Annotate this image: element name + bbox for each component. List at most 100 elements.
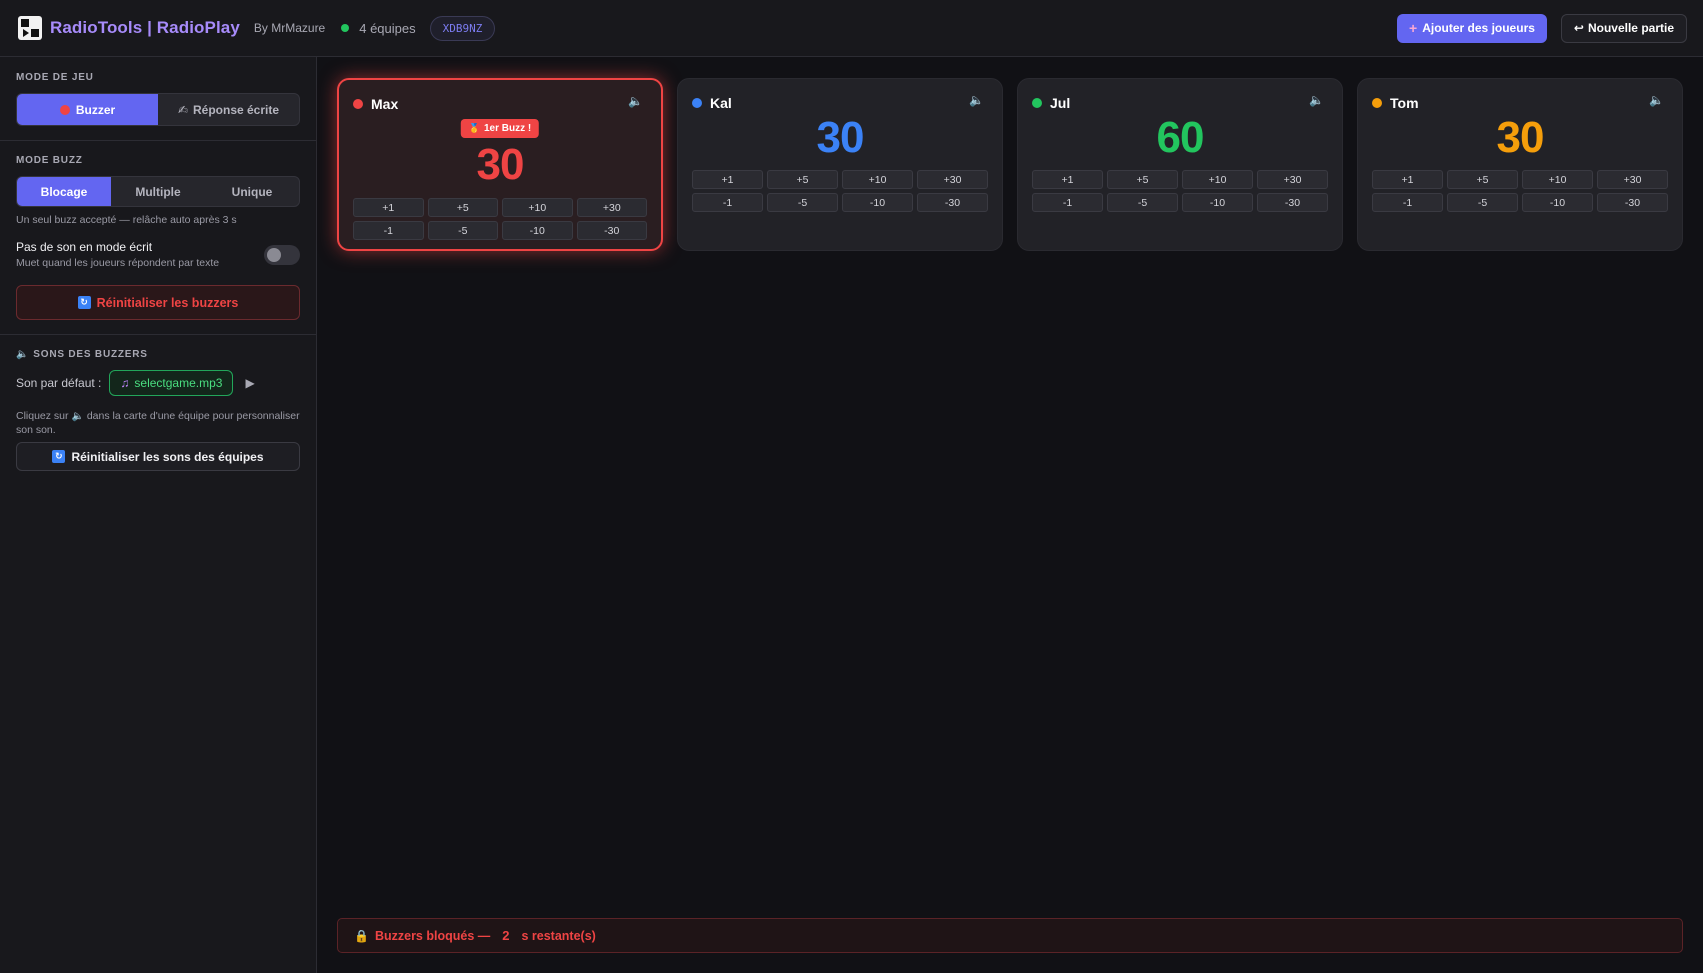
buzz-mode-blocage[interactable]: Blocage (17, 177, 111, 206)
team-card-header: Jul (1032, 95, 1070, 111)
status-seconds: 2 (502, 928, 510, 943)
score-button[interactable]: +30 (917, 170, 988, 189)
score-button[interactable]: -30 (576, 221, 647, 240)
team-count: 4 équipes (359, 20, 416, 36)
team-sound-speaker-icon[interactable]: 🔈 (969, 93, 984, 107)
score-button[interactable]: +30 (1597, 170, 1668, 189)
score-button[interactable]: +10 (1522, 170, 1593, 189)
reset-sounds-button[interactable]: ↻ Réinitialiser les sons des équipes (16, 442, 300, 472)
team-sound-speaker-icon[interactable]: 🔈 (628, 94, 643, 108)
add-players-label: Ajouter des joueurs (1422, 21, 1535, 35)
play-icon[interactable]: ▶ (245, 376, 254, 390)
first-buzz-label: 1er Buzz ! (483, 123, 532, 134)
buzzer-lock-status: 🔒 Buzzers bloqués — 2 s restante(s) (337, 918, 1683, 953)
score-button[interactable]: +10 (1182, 170, 1253, 189)
score-button[interactable]: +5 (1107, 170, 1178, 189)
status-suffix: s restante(s) (521, 928, 596, 943)
score-button[interactable]: +5 (1447, 170, 1518, 189)
reset-buzzers-label: Réinitialiser les buzzers (96, 295, 239, 310)
sound-hint: Cliquez sur 🔈 dans la carte d'une équipe… (16, 410, 300, 436)
score-button[interactable]: +30 (576, 198, 647, 217)
score-adjust-buttons: +1 +5 +10 +30 -1 -5 -10 -30 (1372, 170, 1668, 212)
buzz-mode-section: MODE BUZZ Blocage Multiple Unique Un seu… (0, 141, 316, 335)
writing-hand-icon: ✍ (177, 102, 188, 117)
mute-written-title: Pas de son en mode écrit (16, 240, 153, 254)
mute-written-subtitle: Muet quand les joueurs répondent par tex… (16, 257, 220, 269)
score-button[interactable]: -5 (767, 193, 838, 212)
buzz-mode-title: MODE BUZZ (16, 155, 83, 166)
score-button[interactable]: -30 (1257, 193, 1328, 212)
brand-title: RadioTools | RadioPlay (50, 18, 240, 37)
score-button[interactable]: -10 (1182, 193, 1253, 212)
return-arrow-icon: ↩ (1573, 21, 1584, 35)
game-mode-written-label: Réponse écrite (193, 102, 280, 117)
team-score: 60 (1156, 113, 1205, 162)
default-sound-filename: selectgame.mp3 (134, 376, 223, 390)
online-status-icon (341, 24, 350, 32)
buzz-mode-multiple[interactable]: Multiple (111, 177, 205, 206)
score-button[interactable]: +5 (427, 198, 498, 217)
score-button[interactable]: -5 (1447, 193, 1518, 212)
game-mode-buzzer-label: Buzzer (75, 102, 116, 117)
byline: By MrMazure (253, 21, 326, 35)
music-note-icon: ♫ (120, 376, 130, 390)
mute-written-toggle[interactable] (264, 244, 300, 265)
score-button[interactable]: -10 (502, 221, 573, 240)
score-button[interactable]: -10 (1522, 193, 1593, 212)
score-button[interactable]: +1 (1032, 170, 1103, 189)
score-button[interactable]: +1 (692, 170, 763, 189)
score-adjust-buttons: +1 +5 +10 +30 -1 -5 -10 -30 (353, 198, 647, 240)
buzz-mode-selector: Blocage Multiple Unique (16, 176, 300, 207)
team-sound-speaker-icon[interactable]: 🔈 (1309, 93, 1324, 107)
score-button[interactable]: -1 (1032, 193, 1103, 212)
room-code-badge[interactable]: XDB9NZ (429, 15, 496, 41)
team-sound-speaker-icon[interactable]: 🔈 (1649, 93, 1664, 107)
team-color-dot-icon (692, 98, 702, 108)
team-color-dot-icon (1372, 98, 1382, 108)
game-mode-written[interactable]: ✍ Réponse écrite (158, 94, 299, 125)
team-card-max: Max 🔈 🥇 1er Buzz ! 30 +1 +5 +10 +30 -1 -5 -10 -30 (337, 78, 663, 251)
score-button[interactable]: -10 (842, 193, 913, 212)
team-name: Kal (710, 95, 732, 111)
score-button[interactable]: +30 (1257, 170, 1328, 189)
add-players-button[interactable]: + Ajouter des joueurs (1397, 13, 1547, 43)
score-button[interactable]: +1 (1372, 170, 1443, 189)
score-button[interactable]: -30 (1597, 193, 1668, 212)
team-name: Jul (1050, 95, 1071, 111)
score-button[interactable]: +10 (502, 198, 573, 217)
score-button[interactable]: +10 (842, 170, 913, 189)
default-sound-label: Son par défaut : (16, 376, 102, 390)
score-button[interactable]: +1 (353, 198, 424, 217)
buzz-mode-unique[interactable]: Unique (205, 177, 299, 206)
new-game-label: Nouvelle partie (1587, 21, 1674, 35)
team-name: Max (371, 96, 399, 112)
app-logo-icon (18, 16, 42, 40)
team-card-jul: Jul 🔈 60 +1 +5 +10 +30 -1 -5 -10 -30 (1017, 78, 1343, 251)
buzzer-sounds-section: 🔈 SONS DES BUZZERS Son par défaut : ♫ sel… (0, 335, 316, 485)
buzzer-icon (59, 104, 70, 115)
reset-sounds-label: Réinitialiser les sons des équipes (71, 449, 264, 464)
reset-buzzers-button[interactable]: ↻ Réinitialiser les buzzers (16, 285, 300, 320)
mute-written-row: Pas de son en mode écrit Muet quand les … (16, 240, 300, 269)
team-color-dot-icon (353, 99, 363, 109)
score-button[interactable]: -30 (917, 193, 988, 212)
score-adjust-buttons: +1 +5 +10 +30 -1 -5 -10 -30 (692, 170, 988, 212)
score-button[interactable]: +5 (767, 170, 838, 189)
game-mode-buzzer[interactable]: Buzzer (17, 94, 158, 125)
new-game-button[interactable]: ↩ Nouvelle partie (1560, 13, 1687, 43)
score-button[interactable]: -1 (1372, 193, 1443, 212)
team-score: 30 (476, 140, 525, 189)
team-card-tom: Tom 🔈 30 +1 +5 +10 +30 -1 -5 -10 -30 (1357, 78, 1683, 251)
team-color-dot-icon (1032, 98, 1042, 108)
team-name: Tom (1390, 95, 1419, 111)
refresh-icon: ↻ (77, 296, 91, 309)
default-sound-file[interactable]: ♫ selectgame.mp3 (109, 370, 234, 396)
score-button[interactable]: -1 (353, 221, 424, 240)
team-card-header: Tom (1372, 95, 1419, 111)
buzz-mode-hint: Un seul buzz accepté — relâche auto aprè… (16, 214, 237, 226)
score-button[interactable]: -1 (692, 193, 763, 212)
score-button[interactable]: -5 (427, 221, 498, 240)
top-bar: RadioTools | RadioPlay By MrMazure 4 équ… (0, 0, 1703, 57)
score-button[interactable]: -5 (1107, 193, 1178, 212)
sidebar: MODE DE JEU Buzzer ✍ Réponse écrite MODE… (0, 57, 317, 973)
